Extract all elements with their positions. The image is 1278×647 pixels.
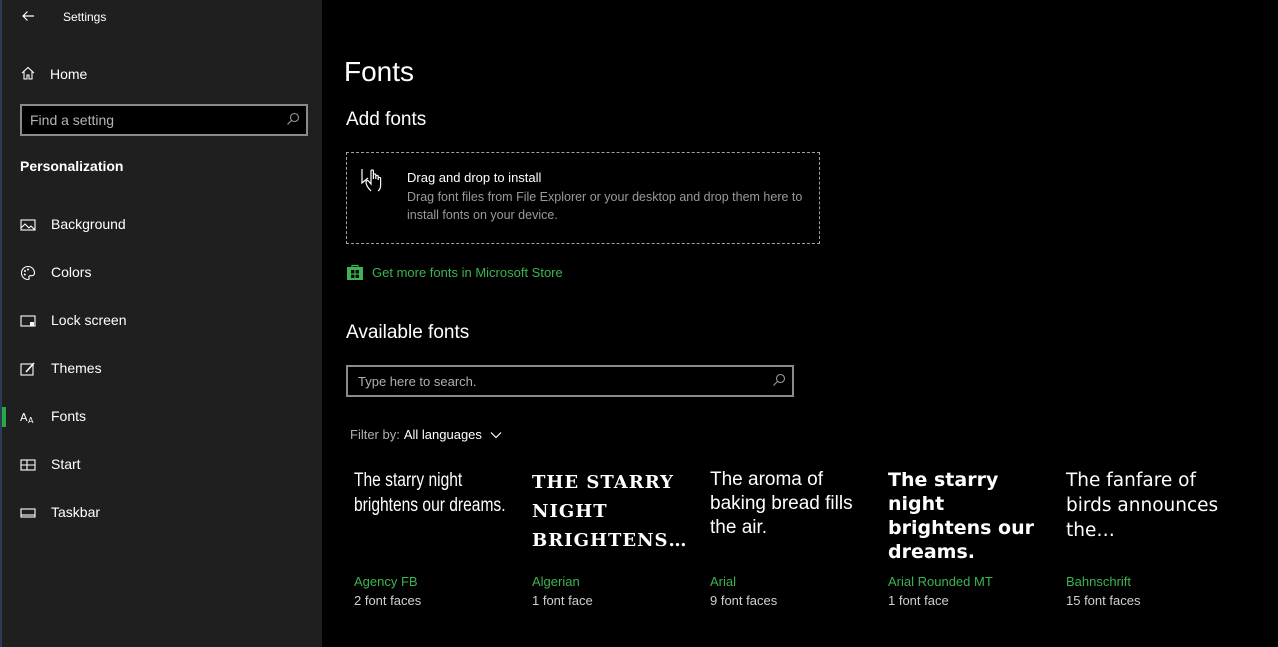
font-search-box[interactable]: [346, 365, 794, 397]
dropzone-title: Drag and drop to install: [407, 170, 542, 185]
sidebar-item-label: Start: [51, 456, 81, 472]
page-title: Fonts: [344, 56, 415, 87]
font-sample: The starry night brightens our dreams.: [354, 470, 506, 516]
sidebar-item-taskbar[interactable]: Taskbar: [2, 493, 322, 533]
sidebar-item-label: Taskbar: [51, 504, 101, 520]
taskbar-icon: [20, 508, 36, 518]
font-card-algerian[interactable]: THE STARRY NIGHT BRIGHTENS… Algerian 1 f…: [522, 468, 692, 618]
font-sample: The aroma of baking bread fills the air.: [710, 469, 853, 538]
sidebar-item-label: Fonts: [51, 408, 87, 424]
font-faces-count: 2 font faces: [354, 593, 422, 608]
font-sample: THE STARRY NIGHT BRIGHTENS…: [532, 472, 688, 551]
home-icon: [21, 66, 35, 80]
sidebar-item-colors[interactable]: Colors: [2, 253, 322, 293]
chevron-down-icon: [490, 431, 502, 438]
main-content: Fonts Add fonts Drag and drop to install…: [322, 0, 1278, 647]
font-card-bahnschrift[interactable]: The fanfare of birds announces the… Bahn…: [1056, 468, 1226, 618]
back-button[interactable]: [14, 4, 42, 28]
font-card-arial[interactable]: The aroma of baking bread fills the air.…: [700, 468, 870, 618]
dropzone-description: Drag font files from File Explorer or yo…: [407, 190, 803, 222]
settings-search-input[interactable]: [30, 111, 270, 129]
font-sample: The fanfare of birds announces the…: [1066, 470, 1219, 541]
themes-icon: [20, 362, 35, 376]
language-filter[interactable]: Filter by: All languages: [350, 427, 502, 442]
sidebar-item-start[interactable]: Start: [2, 445, 322, 485]
home-nav-item[interactable]: Home: [2, 58, 322, 88]
palette-icon: [20, 265, 36, 281]
microsoft-store-link[interactable]: Get more fonts in Microsoft Store: [346, 262, 563, 282]
font-drop-zone[interactable]: Drag and drop to install Drag font files…: [346, 152, 820, 244]
font-card-arial-rounded-mt[interactable]: The starry night brightens our dreams. A…: [878, 468, 1048, 618]
font-faces-count: 1 font face: [888, 593, 949, 608]
sidebar-item-lock-screen[interactable]: Lock screen: [2, 301, 322, 341]
lock-screen-icon: [20, 315, 36, 327]
available-fonts-heading: Available fonts: [346, 322, 470, 343]
filter-label: Filter by:: [350, 427, 400, 442]
font-card-agency-fb[interactable]: The starry night brightens our dreams. A…: [344, 468, 514, 618]
sidebar-item-themes[interactable]: Themes: [2, 349, 322, 389]
svg-text:A: A: [20, 411, 28, 424]
font-name: Arial: [710, 574, 737, 589]
add-fonts-heading: Add fonts: [346, 109, 427, 130]
search-icon[interactable]: [772, 373, 786, 387]
font-search-input[interactable]: [358, 372, 758, 390]
sidebar-item-label: Background: [51, 216, 126, 232]
font-faces-count: 1 font face: [532, 593, 593, 608]
app-title: Settings: [63, 10, 107, 24]
settings-search-box[interactable]: [20, 104, 308, 136]
font-name: Algerian: [532, 574, 580, 589]
font-sample: The starry night brightens our dreams.: [888, 469, 1034, 563]
sidebar: Settings Home Personalization Background…: [0, 0, 322, 647]
sidebar-item-label: Colors: [51, 264, 92, 280]
search-icon[interactable]: [286, 112, 300, 126]
font-name: Arial Rounded MT: [888, 574, 993, 589]
drag-hand-icon: [361, 169, 382, 192]
back-arrow-icon: [22, 11, 34, 21]
title-bar: Settings: [2, 0, 322, 32]
font-faces-count: 9 font faces: [710, 593, 778, 608]
svg-text:A: A: [28, 416, 34, 425]
sidebar-item-label: Lock screen: [51, 312, 127, 328]
font-name: Bahnschrift: [1066, 574, 1132, 589]
sidebar-item-background[interactable]: Background: [2, 205, 322, 245]
store-link-label: Get more fonts in Microsoft Store: [372, 264, 563, 280]
sidebar-item-fonts[interactable]: AA Fonts: [2, 397, 322, 437]
store-bag-icon: [347, 264, 363, 280]
filter-value: All languages: [403, 427, 482, 442]
fonts-icon: AA: [20, 411, 34, 425]
image-icon: [20, 219, 36, 231]
sidebar-item-label: Themes: [51, 360, 102, 376]
font-faces-count: 15 font faces: [1066, 593, 1141, 608]
start-icon: [20, 459, 36, 471]
home-label: Home: [50, 66, 88, 82]
section-title: Personalization: [20, 158, 124, 174]
font-name: Agency FB: [354, 574, 418, 589]
